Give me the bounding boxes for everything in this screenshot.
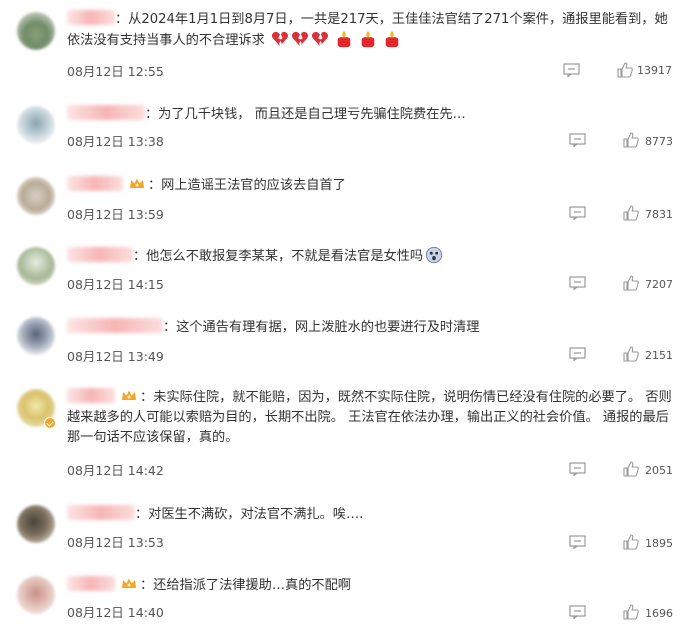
like-count: 8773	[645, 135, 673, 148]
username[interactable]	[67, 318, 163, 333]
avatar[interactable]	[17, 177, 55, 215]
username[interactable]	[67, 247, 133, 262]
username[interactable]	[67, 10, 115, 25]
timestamp: 08月12日 13:38	[67, 134, 164, 149]
crown-badge-icon	[130, 178, 144, 188]
like-count: 7207	[645, 278, 673, 291]
comment-text: ：这个通告有理有据，网上泼脏水的也要进行及时清理	[163, 320, 480, 335]
comment-icon[interactable]	[569, 347, 586, 361]
crown-badge-icon	[122, 578, 136, 588]
timestamp: 08月12日 13:49	[67, 349, 164, 364]
username[interactable]	[67, 388, 115, 403]
timestamp: 08月12日 14:42	[67, 463, 164, 478]
comment-text: ：为了几千块钱， 而且还是自己理亏先骗住院费在先…	[145, 107, 466, 122]
crown-badge-icon	[122, 390, 136, 400]
like-count: 2051	[645, 464, 673, 477]
timestamp: 08月12日 12:55	[67, 64, 164, 79]
thumbs-up-icon[interactable]	[623, 132, 639, 148]
avatar[interactable]	[17, 106, 55, 144]
comment-icon[interactable]	[563, 63, 580, 77]
candle-emoji	[337, 30, 351, 48]
username[interactable]	[67, 176, 123, 191]
like-count: 2151	[645, 349, 673, 362]
comment-icon[interactable]	[569, 133, 586, 147]
avatar[interactable]	[17, 576, 55, 614]
comment-text: ：他怎么不敢报复李某某，不就是看法官是女性吗	[133, 249, 424, 264]
thumbs-up-icon[interactable]	[623, 461, 639, 477]
like-count: 7831	[645, 208, 673, 221]
thumbs-up-icon[interactable]	[623, 205, 639, 221]
comment-icon[interactable]	[569, 605, 586, 619]
avatar[interactable]	[17, 247, 55, 285]
verified-badge-icon	[44, 417, 56, 429]
timestamp: 08月12日 14:40	[67, 605, 164, 620]
comment-icon[interactable]	[569, 462, 586, 476]
comment-text: ：对医生不满砍，对法官不满扎。唉….	[135, 507, 364, 522]
thumbs-up-icon[interactable]	[623, 604, 639, 620]
timestamp: 08月12日 13:59	[67, 207, 164, 222]
thumbs-up-icon[interactable]	[623, 275, 639, 291]
timestamp: 08月12日 13:53	[67, 535, 164, 550]
avatar[interactable]	[17, 12, 55, 50]
username[interactable]	[67, 105, 145, 120]
candle-emoji	[385, 30, 399, 48]
candle-emoji	[361, 30, 375, 48]
username[interactable]	[67, 576, 115, 591]
scared-face-emoji	[426, 246, 443, 264]
like-count: 1895	[645, 537, 673, 550]
avatar[interactable]	[17, 505, 55, 543]
comment-text: ：还给指派了法律援助…真的不配啊	[140, 578, 351, 593]
thumbs-up-icon[interactable]	[623, 534, 639, 550]
comment-icon[interactable]	[569, 276, 586, 290]
comment-icon[interactable]	[569, 535, 586, 549]
thumbs-up-icon[interactable]	[623, 346, 639, 362]
comment-text: ：未实际住院，就不能赔，因为，既然不实际住院，说明伤情已经没有住院的必要了。 否…	[67, 390, 672, 445]
timestamp: 08月12日 14:15	[67, 277, 164, 292]
username[interactable]	[67, 505, 135, 520]
like-count: 1696	[645, 607, 673, 620]
broken-heart-emoji	[291, 31, 309, 47]
comment-text: ：网上造谣王法官的应该去自首了	[148, 178, 346, 193]
thumbs-up-icon[interactable]	[617, 62, 633, 78]
comment-list: { "comments": [ {"text":"：从2024年1月1日到8月7…	[0, 0, 692, 630]
avatar[interactable]	[17, 317, 55, 355]
comment-icon[interactable]	[569, 206, 586, 220]
like-count: 13917	[637, 64, 672, 77]
broken-heart-emoji	[271, 31, 289, 47]
broken-heart-emoji	[311, 31, 329, 47]
